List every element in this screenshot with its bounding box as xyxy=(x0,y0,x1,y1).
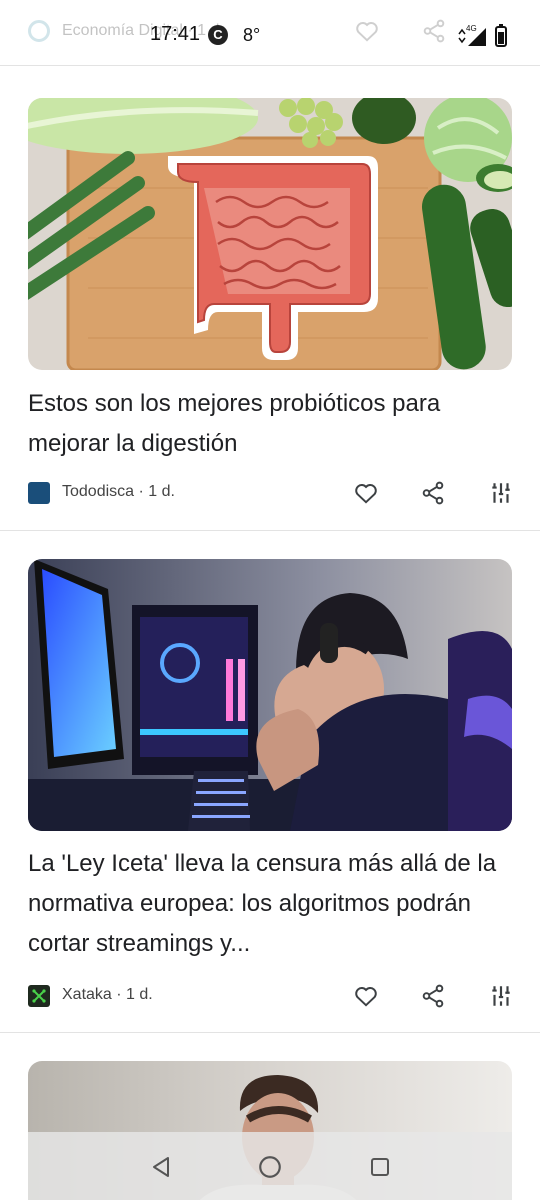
heart-icon xyxy=(354,18,380,49)
nav-back-button[interactable] xyxy=(146,1152,176,1182)
tune-icon xyxy=(492,986,510,1006)
intestine-image xyxy=(28,98,512,370)
faded-card-header: Economía Digital · 1 d. xyxy=(28,18,518,46)
share-icon xyxy=(422,984,444,1008)
source-line: Xataka · 1 d. xyxy=(62,986,153,1004)
carrier-badge: C xyxy=(208,25,228,45)
source-icon xyxy=(28,20,50,42)
article-title[interactable]: La 'Ley Iceta' lleva la censura más allá… xyxy=(28,844,518,964)
share-icon xyxy=(422,481,444,505)
system-indicators: 4G xyxy=(456,20,516,50)
source-logo xyxy=(28,985,50,1007)
back-triangle-icon xyxy=(153,1157,169,1177)
share-button[interactable] xyxy=(418,981,448,1011)
article-age: 1 d. xyxy=(148,483,175,500)
source-name: Xataka xyxy=(62,986,112,1003)
article-image[interactable] xyxy=(28,559,512,831)
status-bar: Economía Digital · 1 d. 17:41 C 8° 4G xyxy=(0,0,540,66)
like-button[interactable] xyxy=(351,981,381,1011)
network-type-label: 4G xyxy=(466,24,477,33)
separator-dot: · xyxy=(116,986,122,1003)
source-name: Tododisca xyxy=(62,483,135,500)
nav-recents-button[interactable] xyxy=(365,1152,395,1182)
gamer-image xyxy=(28,559,512,831)
nav-home-button[interactable] xyxy=(255,1152,285,1182)
more-options-button[interactable] xyxy=(486,478,516,508)
more-options-button[interactable] xyxy=(486,981,516,1011)
xataka-logo-icon xyxy=(32,989,46,1003)
article-image[interactable] xyxy=(28,98,512,370)
status-time: 17:41 xyxy=(150,23,201,45)
share-icon xyxy=(421,18,447,49)
status-temperature: 8° xyxy=(243,25,261,45)
signal-icon: 4G xyxy=(458,24,507,47)
source-logo xyxy=(28,482,50,504)
article-meta: Xataka · 1 d. xyxy=(28,983,518,1011)
article-title[interactable]: Estos son los mejores probióticos para m… xyxy=(28,384,518,464)
source-line: Tododisca · 1 d. xyxy=(62,483,175,501)
heart-icon xyxy=(355,484,377,504)
share-button[interactable] xyxy=(418,478,448,508)
heart-icon xyxy=(355,987,377,1007)
tune-icon xyxy=(492,483,510,503)
home-circle-icon xyxy=(259,1156,281,1178)
article-age: 1 d. xyxy=(126,986,153,1003)
recents-square-icon xyxy=(371,1158,389,1176)
like-button[interactable] xyxy=(351,478,381,508)
news-card[interactable]: La 'Ley Iceta' lleva la censura más allá… xyxy=(0,531,540,1031)
news-card[interactable]: Estos son los mejores probióticos para m… xyxy=(0,68,540,530)
system-nav-bar xyxy=(28,1132,512,1200)
separator-dot: · xyxy=(138,483,144,500)
article-meta: Tododisca · 1 d. xyxy=(28,480,518,508)
